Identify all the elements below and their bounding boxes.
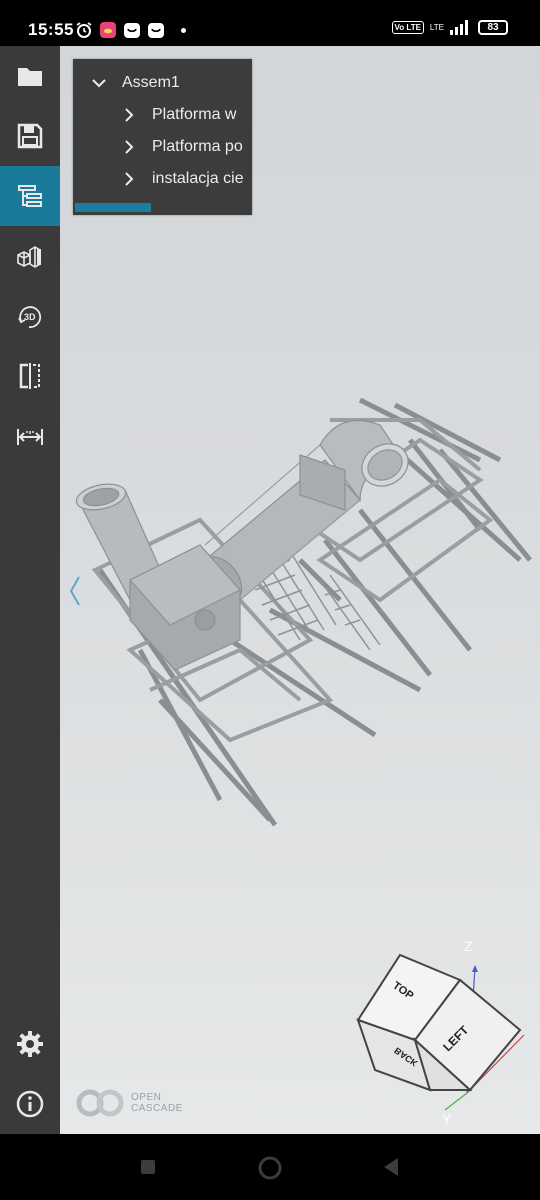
cascade-logo-icon — [76, 1089, 124, 1117]
3d-view-button[interactable]: 3D — [0, 286, 60, 346]
settings-button[interactable] — [0, 1014, 60, 1074]
signal-icon — [450, 20, 468, 35]
svg-text:3D: 3D — [24, 312, 36, 322]
measure-button[interactable] — [0, 406, 60, 466]
axis-z-label: Z — [464, 938, 473, 954]
gear-icon — [17, 1031, 43, 1057]
chevron-right-icon[interactable] — [120, 170, 138, 188]
sidebar: 3D — [0, 46, 60, 1134]
volte-badge: Vo LTE — [391, 20, 424, 34]
status-time: 15:55 — [28, 20, 74, 39]
lte-label: LTE — [429, 22, 444, 32]
logo-line2: CASCADE — [131, 1103, 183, 1114]
alarm-icon — [76, 22, 92, 38]
open-file-button[interactable] — [0, 46, 60, 106]
view-cube[interactable]: Z Y TOP LEFT BACK — [350, 930, 535, 1130]
clipping-button[interactable] — [0, 346, 60, 406]
rotate-3d-icon: 3D — [18, 306, 42, 328]
tree-item[interactable]: instalacja cie — [120, 167, 244, 191]
folder-icon — [18, 68, 42, 86]
logo-text: OPEN CASCADE — [131, 1092, 183, 1114]
floppy-icon — [17, 123, 43, 149]
measure-icon — [17, 429, 43, 445]
recents-button[interactable] — [140, 1159, 156, 1175]
shopping-bag-icon — [124, 23, 140, 38]
battery-indicator: 83 — [478, 19, 508, 35]
model-tree-panel: Assem1 Platforma w Platforma po instalac… — [73, 59, 252, 215]
display-mode-button[interactable] — [0, 226, 60, 286]
app-notification-icon — [100, 22, 116, 38]
chevron-right-icon[interactable] — [120, 138, 138, 156]
tree-item[interactable]: Platforma w — [120, 103, 236, 127]
axis-y-label: Y — [442, 1111, 452, 1127]
model-tree-button[interactable] — [0, 166, 60, 226]
tree-root-label: Assem1 — [122, 74, 180, 91]
status-right: Vo LTE LTE 83 — [391, 19, 508, 35]
chevron-right-icon[interactable] — [120, 106, 138, 124]
logo-line1: OPEN — [131, 1092, 162, 1103]
tree-horizontal-scrollbar[interactable] — [75, 203, 151, 212]
tree-item-label: instalacja cie — [152, 170, 244, 187]
clip-plane-icon — [19, 363, 40, 389]
back-button[interactable] — [382, 1157, 400, 1177]
more-notifications-dot — [181, 27, 186, 33]
system-nav-bar — [0, 1134, 540, 1200]
tree-icon — [18, 185, 42, 207]
cubes-icon — [17, 246, 41, 268]
tree-item-label: Platforma w — [152, 106, 237, 123]
tree-item[interactable]: Platforma po — [120, 135, 243, 159]
notification-icons — [75, 19, 186, 41]
chevron-left-icon[interactable] — [68, 575, 82, 607]
chevron-down-icon[interactable] — [90, 74, 108, 92]
status-bar: 15:55 Vo LTE LTE 83 — [0, 0, 540, 46]
shopping-bag-icon-2 — [148, 23, 164, 38]
tree-item-label: Platforma po — [152, 138, 243, 155]
home-button[interactable] — [257, 1155, 283, 1181]
open-cascade-logo: OPEN CASCADE — [75, 1088, 183, 1118]
info-icon — [16, 1090, 44, 1118]
tree-root[interactable]: Assem1 — [90, 71, 180, 95]
save-button[interactable] — [0, 106, 60, 166]
about-button[interactable] — [0, 1074, 60, 1134]
